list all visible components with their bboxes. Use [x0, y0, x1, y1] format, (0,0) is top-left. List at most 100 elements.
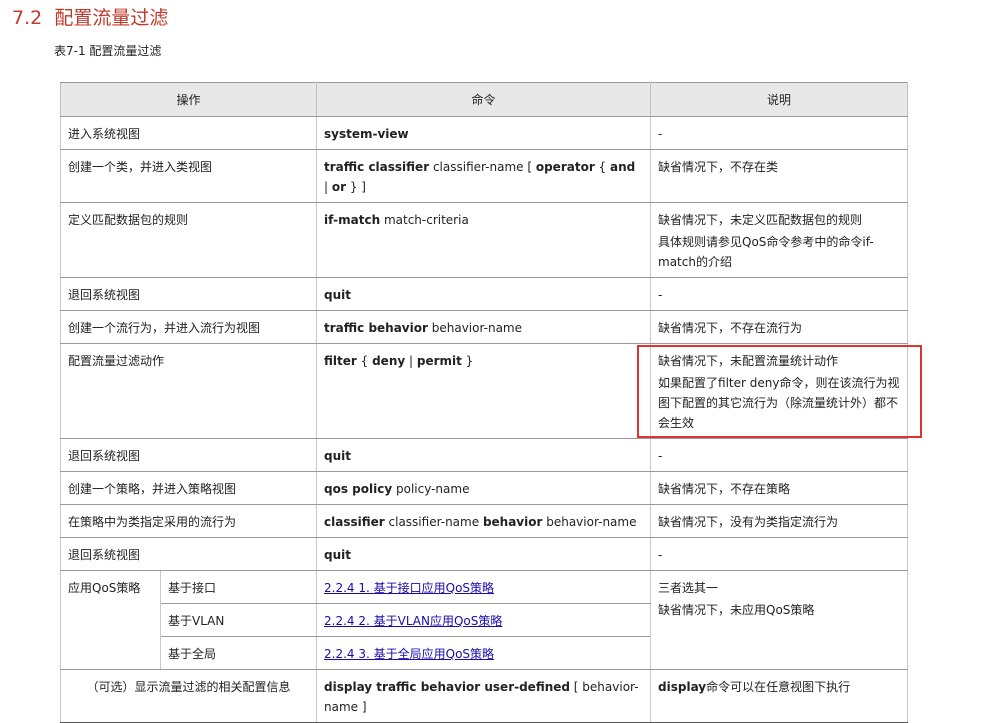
description-cell: 缺省情况下，不存在流行为 — [650, 310, 909, 344]
description-line: 三者选其一 — [658, 581, 719, 595]
command-argument: | — [405, 354, 417, 368]
table-row: 创建一个流行为，并进入流行为视图 traffic behavior behavio… — [59, 310, 909, 344]
description-text: 命令可以在任意视图下执行 — [706, 680, 851, 694]
command-cell: quit — [316, 438, 652, 472]
command-keyword: filter — [324, 354, 357, 368]
command-cell: qos policy policy-name — [316, 471, 652, 505]
config-table: 操作 命令 说明 进入系统视图 system-view - 创建一个类，并进入类视图 t… — [59, 82, 909, 723]
description-line: - — [658, 449, 663, 463]
header-command: 命令 — [316, 82, 652, 117]
description-text: display — [658, 680, 707, 694]
operation-cell: （可选）显示流量过滤的相关配置信息 — [59, 669, 318, 723]
table-row: 应用QoS策略 基于接口 2.2.4 1. 基于接口应用QoS策略 三者选其一 缺省情况… — [60, 570, 909, 670]
command-keyword: and — [610, 160, 636, 174]
operation-cell: 创建一个流行为，并进入流行为视图 — [59, 310, 318, 344]
policy-link[interactable]: 2.2.4 2. 基于VLAN应用QoS策略 — [324, 614, 502, 628]
operation-cell: 配置流量过滤动作 — [59, 343, 318, 439]
operation-cell: 创建一个类，并进入类视图 — [59, 149, 318, 203]
description-cell: - — [650, 537, 909, 571]
description-line: - — [658, 127, 663, 141]
table-row: 退回系统视图 quit - — [59, 537, 909, 571]
section-title-text: 配置流量过滤 — [54, 7, 169, 29]
description-line: 缺省情况下，不存在流行为 — [658, 321, 803, 335]
description-line: 如果配置了filter deny命令，则在该流行为视图下配置的其它流行为（除流量… — [658, 376, 900, 430]
table-row: 配置流量过滤动作 filter { deny | permit } 缺省情况下，未配… — [59, 343, 909, 439]
command-cell: 2.2.4 1. 基于接口应用QoS策略 — [316, 570, 652, 604]
command-keyword: classifier — [324, 515, 385, 529]
operation-cell: 在策略中为类指定采用的流行为 — [59, 504, 318, 538]
command-keyword: permit — [416, 354, 462, 368]
command-argument: { — [356, 354, 373, 368]
policy-link[interactable]: 2.2.4 3. 基于全局应用QoS策略 — [324, 647, 494, 661]
table-row: 创建一个类，并进入类视图 traffic classifier classifie… — [59, 149, 909, 203]
command-cell: filter { deny | permit } — [316, 343, 652, 439]
command-keyword: quit — [324, 288, 351, 302]
description-line: 缺省情况下，未应用QoS策略 — [658, 603, 815, 617]
command-argument: match-criteria — [380, 213, 469, 227]
table-row: 定义匹配数据包的规则 if-match match-criteria 缺省情况下，未… — [59, 202, 909, 278]
operation-cell: 定义匹配数据包的规则 — [59, 202, 318, 278]
command-keyword: if-match — [324, 213, 381, 227]
command-cell: quit — [316, 537, 652, 571]
description-line: 缺省情况下，不存在策略 — [658, 482, 791, 496]
command-argument: } — [461, 354, 474, 368]
table-body: 进入系统视图 system-view - 创建一个类，并进入类视图 traffic cl… — [59, 116, 909, 723]
command-keyword: behavior — [482, 515, 543, 529]
section-number: 7.2 — [12, 7, 43, 29]
description-line: - — [658, 548, 663, 562]
sub-operation-cell: 基于全局 — [159, 636, 318, 670]
description-cell: 缺省情况下，未定义匹配数据包的规则具体规则请参见QoS命令参考中的命令if-ma… — [650, 202, 909, 278]
header-operation: 操作 — [59, 82, 318, 117]
command-keyword: quit — [324, 548, 351, 562]
description-line: 具体规则请参见QoS命令参考中的命令if-match的介绍 — [658, 235, 874, 269]
section-title: 7.2 配置流量过滤 — [12, 3, 168, 30]
command-cell: 2.2.4 3. 基于全局应用QoS策略 — [316, 636, 652, 670]
command-argument: } ] — [346, 180, 366, 194]
operation-cell: 退回系统视图 — [59, 537, 318, 571]
description-line: 缺省情况下，不存在类 — [658, 160, 779, 174]
command-keyword: display traffic behavior user-defined — [324, 680, 570, 694]
table-row: 退回系统视图 quit - — [59, 438, 909, 472]
description-cell: 三者选其一缺省情况下，未应用QoS策略 — [650, 570, 909, 670]
command-argument: classifier-name — [384, 515, 483, 529]
table-header-row: 操作 命令 说明 — [59, 82, 909, 117]
policy-link[interactable]: 2.2.4 1. 基于接口应用QoS策略 — [324, 581, 494, 595]
command-keyword: qos policy — [324, 482, 393, 496]
command-cell: traffic classifier classifier-name [ ope… — [316, 149, 652, 203]
command-cell: display traffic behavior user-defined [ … — [316, 669, 652, 723]
table-row: 在策略中为类指定采用的流行为 classifier classifier-name… — [59, 504, 909, 538]
description-line: - — [658, 288, 663, 302]
operation-cell: 应用QoS策略 — [60, 570, 161, 670]
description-cell: 缺省情况下，不存在类 — [650, 149, 909, 203]
table-caption: 表7-1 配置流量过滤 — [54, 44, 162, 58]
description-cell: display命令可以在任意视图下执行 — [650, 669, 909, 723]
command-cell: classifier classifier-name behavior beha… — [316, 504, 652, 538]
operation-cell: 退回系统视图 — [59, 438, 318, 472]
command-argument: classifier-name [ — [429, 160, 536, 174]
command-cell: traffic behavior behavior-name — [316, 310, 652, 344]
description-line: 缺省情况下，未定义匹配数据包的规则 — [658, 213, 863, 227]
command-argument: behavior-name — [542, 515, 637, 529]
command-argument: behavior-name — [427, 321, 522, 335]
command-cell: 2.2.4 2. 基于VLAN应用QoS策略 — [316, 603, 652, 637]
command-keyword: or — [331, 180, 347, 194]
table-row: （可选）显示流量过滤的相关配置信息 display traffic behavio… — [59, 669, 909, 723]
table-row: 退回系统视图 quit - — [59, 277, 909, 311]
command-keyword: traffic classifier — [324, 160, 430, 174]
command-cell: quit — [316, 277, 652, 311]
command-argument: policy-name — [392, 482, 470, 496]
command-cell: system-view — [316, 116, 652, 150]
command-keyword: system-view — [324, 127, 409, 141]
command-argument: | — [324, 180, 332, 194]
table-row: 创建一个策略，并进入策略视图 qos policy policy-name 缺省情况… — [59, 471, 909, 505]
command-keyword: operator — [535, 160, 595, 174]
sub-operation-cell: 基于VLAN — [159, 603, 318, 637]
description-cell: - — [650, 277, 909, 311]
operation-cell: 退回系统视图 — [59, 277, 318, 311]
table-row: 进入系统视图 system-view - — [59, 116, 909, 150]
command-keyword: deny — [372, 354, 406, 368]
operation-cell: 进入系统视图 — [59, 116, 318, 150]
description-line: 缺省情况下，没有为类指定流行为 — [658, 515, 839, 529]
command-cell: if-match match-criteria — [316, 202, 652, 278]
description-cell: 缺省情况下，不存在策略 — [650, 471, 909, 505]
